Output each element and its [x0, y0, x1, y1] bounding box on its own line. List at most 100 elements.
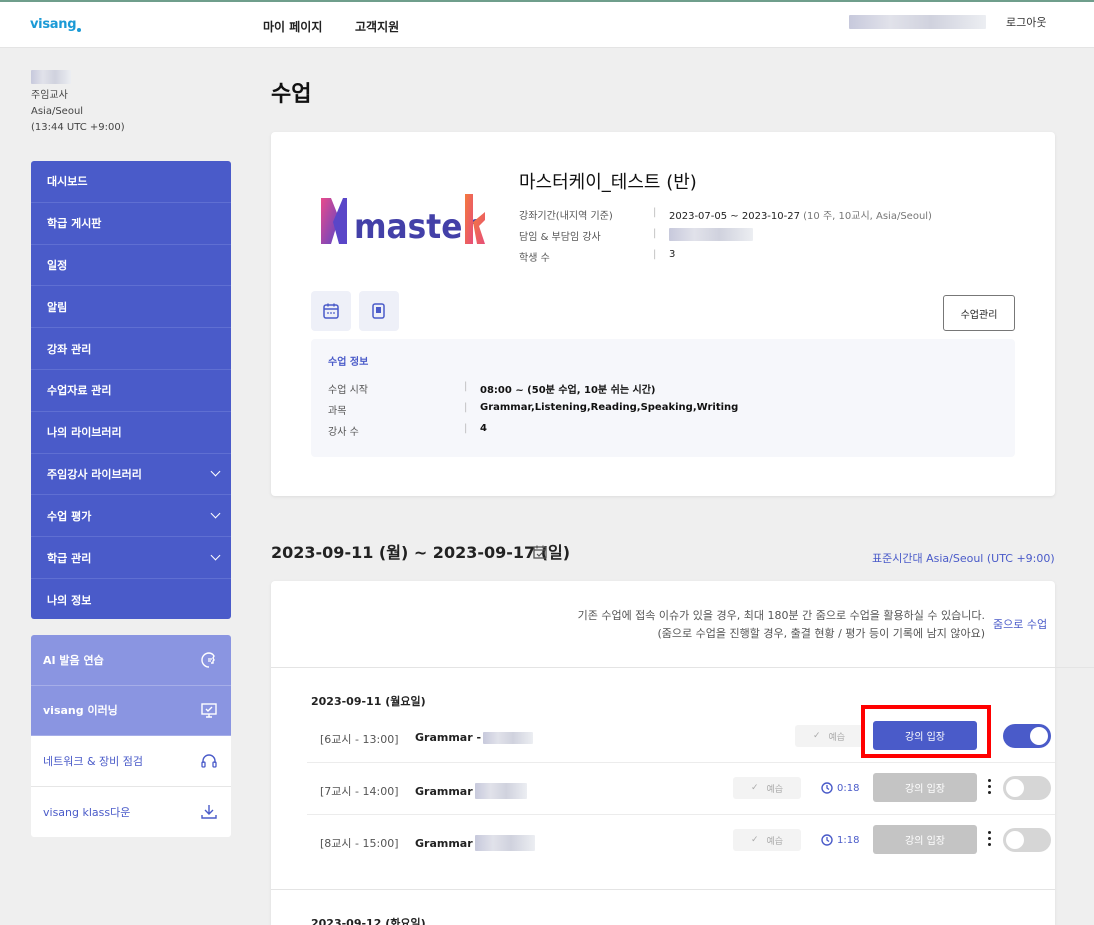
- week-calendar-icon[interactable]: [533, 545, 547, 559]
- sidebar-item-schedule[interactable]: 일정: [31, 245, 231, 287]
- info-key: 강사 수: [328, 427, 359, 438]
- sidebar-item-visang-elearning[interactable]: visang 이러닝: [31, 685, 231, 736]
- class-period: [7교시 - 14:00]: [320, 785, 399, 798]
- profile-timezone: Asia/Seoul: [31, 106, 84, 117]
- class-period: [6교시 - 13:00]: [320, 733, 399, 746]
- calendar-button[interactable]: [311, 291, 351, 331]
- class-row: [7교시 - 14:00] Grammar ✓ 예습 0:18 강의 입장: [307, 763, 1055, 815]
- preview-label: 예습: [766, 836, 784, 847]
- preview-button[interactable]: ✓ 예습: [733, 777, 801, 799]
- lesson-info-box: 수업 정보 수업 시작 | 08:00 ~ (50분 수업, 10분 쉬는 시간)…: [311, 339, 1015, 457]
- sidebar-item-label: visang klass다운: [43, 805, 131, 819]
- class-subject-text: Grammar -: [415, 731, 482, 744]
- sidebar-item-my-info[interactable]: 나의 정보: [31, 579, 231, 619]
- sidebar-item-label: 네트워크 & 장비 점검: [43, 754, 144, 768]
- sidebar-item-dashboard[interactable]: 대시보드: [31, 161, 231, 203]
- class-subject-redacted: [474, 783, 527, 799]
- timezone-label: 표준시간대 Asia/Seoul (UTC +9:00): [872, 552, 1055, 565]
- enter-class-button[interactable]: 강의 입장: [873, 825, 977, 854]
- visang-logo[interactable]: visang: [30, 17, 82, 32]
- class-toggle[interactable]: [1003, 724, 1051, 748]
- countdown-timer: 1:18: [821, 834, 859, 846]
- teacher-row: 담임 & 부담임 강사 |: [519, 228, 753, 244]
- nav-my-page[interactable]: 마이 페이지: [263, 18, 322, 35]
- sidebar-menu: 대시보드 학급 게시판 일정 알림 강좌 관리 수업자료 관리 나의 라이브러리…: [31, 161, 231, 619]
- logout-button[interactable]: 로그아웃: [1006, 14, 1046, 30]
- class-toggle[interactable]: [1003, 828, 1051, 852]
- top-bar: visang 마이 페이지 고객지원 로그아웃: [0, 0, 1094, 48]
- document-button[interactable]: [359, 291, 399, 331]
- enter-class-button[interactable]: 강의 입장: [873, 721, 977, 750]
- clock-icon: [821, 782, 833, 794]
- class-subject-text: Grammar: [415, 784, 473, 798]
- zoom-class-link[interactable]: 줌으로 수업: [993, 616, 1047, 632]
- toggle-knob: [1006, 779, 1024, 797]
- timer-value: 0:18: [837, 782, 860, 794]
- course-period: 2023-07-05 ~ 2023-10-27: [669, 211, 800, 222]
- schedule-card: 기존 수업에 접속 이슈가 있을 경우, 최대 180분 간 줌으로 수업을 활…: [271, 581, 1094, 925]
- download-icon: [201, 804, 217, 819]
- ai-speech-icon: [201, 652, 215, 668]
- nav-customer-support[interactable]: 고객지원: [355, 18, 399, 35]
- info-key: 학생 수: [519, 253, 550, 264]
- user-name-redacted: [849, 15, 986, 29]
- class-toggle[interactable]: [1003, 776, 1051, 800]
- course-period-extra: (10 주, 10교시, Asia/Seoul): [803, 211, 932, 222]
- info-key: 수업 시작: [328, 385, 368, 396]
- sidebar-item-ai-pronunciation[interactable]: AI 발음 연습: [31, 635, 231, 686]
- sidebar-item-class-evaluation[interactable]: 수업 평가: [31, 495, 231, 538]
- day-title: 2023-09-11 (월요일): [311, 695, 426, 708]
- sidebar-item-course-management[interactable]: 강좌 관리: [31, 328, 231, 370]
- zoom-notice-line: 기존 수업에 접속 이슈가 있을 경우, 최대 180분 간 줌으로 수업을 활…: [577, 609, 985, 622]
- sidebar-item-class-management[interactable]: 학급 관리: [31, 537, 231, 579]
- sidebar-item-label: 알림: [47, 300, 68, 314]
- info-key: 과목: [328, 406, 347, 417]
- chevron-down-icon: [210, 550, 221, 561]
- more-options-icon[interactable]: [986, 779, 992, 794]
- info-value: 4: [480, 423, 487, 434]
- divider: [271, 889, 1055, 890]
- course-name: 마스터케이_테스트 (반): [519, 172, 697, 193]
- lesson-info-row: 수업 시작 | 08:00 ~ (50분 수업, 10분 쉬는 시간): [328, 381, 656, 396]
- class-period: [8교시 - 15:00]: [320, 837, 399, 850]
- preview-button[interactable]: ✓ 예습: [795, 725, 863, 747]
- toggle-knob: [1030, 727, 1048, 745]
- sidebar-item-label: 나의 정보: [47, 593, 92, 607]
- headset-icon: [201, 754, 217, 768]
- profile-time: (13:44 UTC +9:00): [31, 122, 125, 133]
- sidebar-item-label: 대시보드: [47, 175, 88, 189]
- sidebar-item-my-library[interactable]: 나의 라이브러리: [31, 412, 231, 454]
- sidebar-item-network-check[interactable]: 네트워크 & 장비 점검: [31, 736, 231, 787]
- class-management-button[interactable]: 수업관리: [943, 295, 1015, 331]
- sidebar-item-class-board[interactable]: 학급 게시판: [31, 203, 231, 245]
- student-count-row: 학생 수 | 3: [519, 249, 676, 264]
- day-title: 2023-09-12 (화요일): [311, 917, 426, 925]
- chevron-down-icon: [210, 467, 221, 477]
- preview-button[interactable]: ✓ 예습: [733, 829, 801, 851]
- more-options-icon[interactable]: [986, 831, 992, 846]
- sidebar-item-material-management[interactable]: 수업자료 관리: [31, 370, 231, 412]
- info-value: Grammar,Listening,Reading,Speaking,Writi…: [480, 402, 739, 413]
- sidebar-item-label: 학급 관리: [47, 551, 92, 565]
- class-subject-redacted: [474, 835, 535, 851]
- master-k-logo: master: [321, 194, 485, 246]
- lesson-info-row: 과목 | Grammar,Listening,Reading,Speaking,W…: [328, 402, 739, 417]
- divider: [271, 667, 1094, 668]
- info-value: 08:00 ~ (50분 수업, 10분 쉬는 시간): [480, 385, 656, 396]
- sidebar-item-label: 학급 게시판: [47, 217, 102, 231]
- week-range: 2023-09-11 (월) ~ 2023-09-17 (일): [271, 543, 571, 562]
- profile-role: 주임교사: [31, 90, 68, 101]
- sidebar-item-head-teacher-library[interactable]: 주임강사 라이브러리: [31, 454, 231, 496]
- zoom-notice-line: (줌으로 수업을 진행할 경우, 출결 현황 / 평가 등이 기록에 남지 않아…: [657, 627, 986, 640]
- teacher-names-redacted: [669, 228, 753, 241]
- sidebar-item-label: 강좌 관리: [47, 342, 92, 356]
- sidebar-item-notifications[interactable]: 알림: [31, 286, 231, 329]
- countdown-timer: 0:18: [821, 782, 859, 794]
- zoom-notice: 기존 수업에 접속 이슈가 있을 경우, 최대 180분 간 줌으로 수업을 활…: [578, 607, 985, 643]
- sidebar-extra-menu: AI 발음 연습 visang 이러닝 네트워크 & 장비 점검 visang …: [31, 635, 231, 837]
- sidebar-item-label: 나의 라이브러리: [47, 426, 122, 440]
- enter-class-button[interactable]: 강의 입장: [873, 773, 977, 802]
- class-subject-redacted: [483, 731, 534, 744]
- class-row: [6교시 - 13:00] Grammar - ✓ 예습 강의 입장: [307, 705, 1055, 763]
- sidebar-item-klass-download[interactable]: visang klass다운: [31, 786, 231, 837]
